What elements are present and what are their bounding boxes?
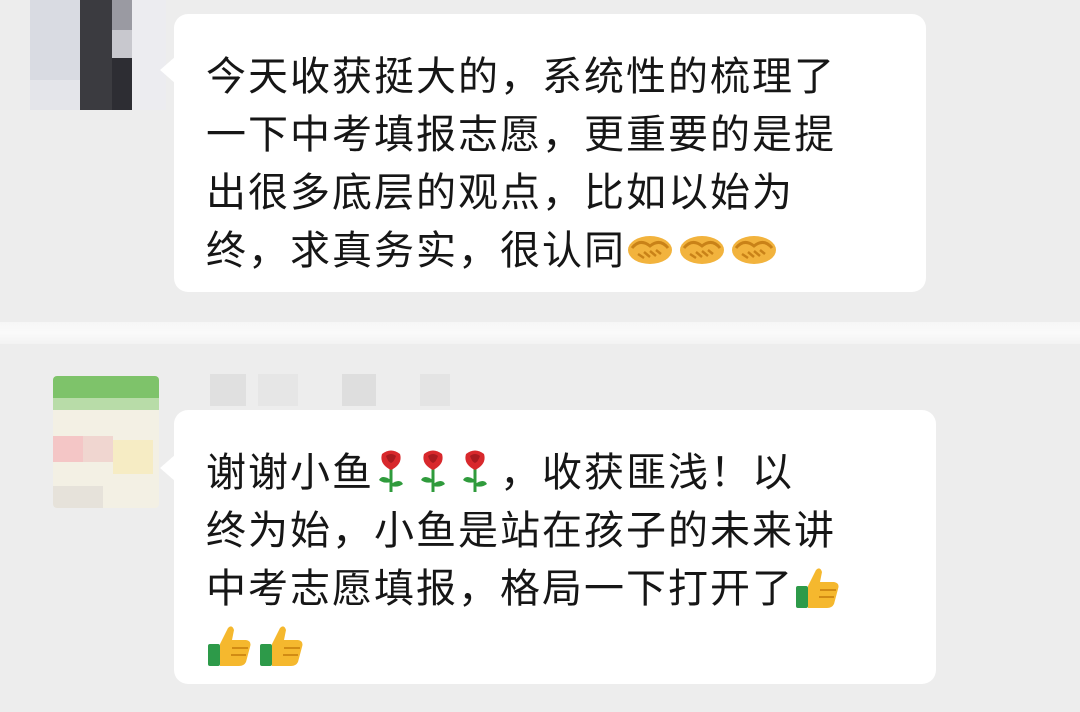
message-line: 终，求真务实，很认同 [206, 222, 898, 280]
thumbs-up-icon [796, 568, 839, 608]
message-line: 出很多底层的观点，比如以始为 [206, 170, 794, 216]
handshake-icon [732, 236, 776, 264]
rose-icon [463, 450, 487, 492]
sender-name-blurred [210, 374, 246, 406]
message-line-text: 中考志愿填报，格局一下打开了 [206, 566, 794, 612]
message-text: 谢谢小鱼 ，收获匪浅！以 终为始，小鱼是站在孩子的未来讲 中考志愿填报，格局一下… [206, 444, 916, 676]
handshake-icon [680, 236, 724, 264]
message-bubble[interactable]: 谢谢小鱼 ，收获匪浅！以 终为始，小鱼是站在孩子的未来讲 中考志愿填报，格局一下… [160, 410, 936, 684]
message-bubble[interactable]: 今天收获挺大的，系统性的梳理了 一下中考填报志愿，更重要的是提 出很多底层的观点… [160, 14, 926, 292]
sender-name-blurred [258, 374, 298, 406]
handshake-icon [628, 236, 672, 264]
avatar[interactable] [30, 0, 166, 110]
avatar[interactable] [53, 376, 159, 508]
sender-name-blurred [342, 374, 376, 406]
message-text: 今天收获挺大的，系统性的梳理了 一下中考填报志愿，更重要的是提 出很多底层的观点… [206, 48, 898, 280]
message-line-text: 谢谢小鱼 [206, 450, 374, 496]
message-line-text: 终，求真务实，很认同 [206, 228, 626, 274]
sender-name-blurred [420, 374, 450, 406]
message-line [206, 618, 916, 676]
message-divider [0, 322, 1080, 344]
message-line: 终为始，小鱼是站在孩子的未来讲 [206, 508, 836, 554]
message-line: 今天收获挺大的，系统性的梳理了 [206, 54, 836, 100]
message-line: 一下中考填报志愿，更重要的是提 [206, 112, 836, 158]
rose-icon [421, 450, 445, 492]
message-line: 中考志愿填报，格局一下打开了 [206, 560, 916, 618]
message-line-text: ，收获匪浅！以 [500, 450, 794, 496]
chat-panel-bottom: 谢谢小鱼 ，收获匪浅！以 终为始，小鱼是站在孩子的未来讲 中考志愿填报，格局一下… [0, 344, 1080, 712]
thumbs-up-icon [208, 626, 251, 666]
chat-panel-top: 今天收获挺大的，系统性的梳理了 一下中考填报志愿，更重要的是提 出很多底层的观点… [0, 0, 1080, 322]
thumbs-up-icon [260, 626, 303, 666]
message-line: 谢谢小鱼 ，收获匪浅！以 [206, 444, 916, 502]
rose-icon [379, 450, 403, 492]
